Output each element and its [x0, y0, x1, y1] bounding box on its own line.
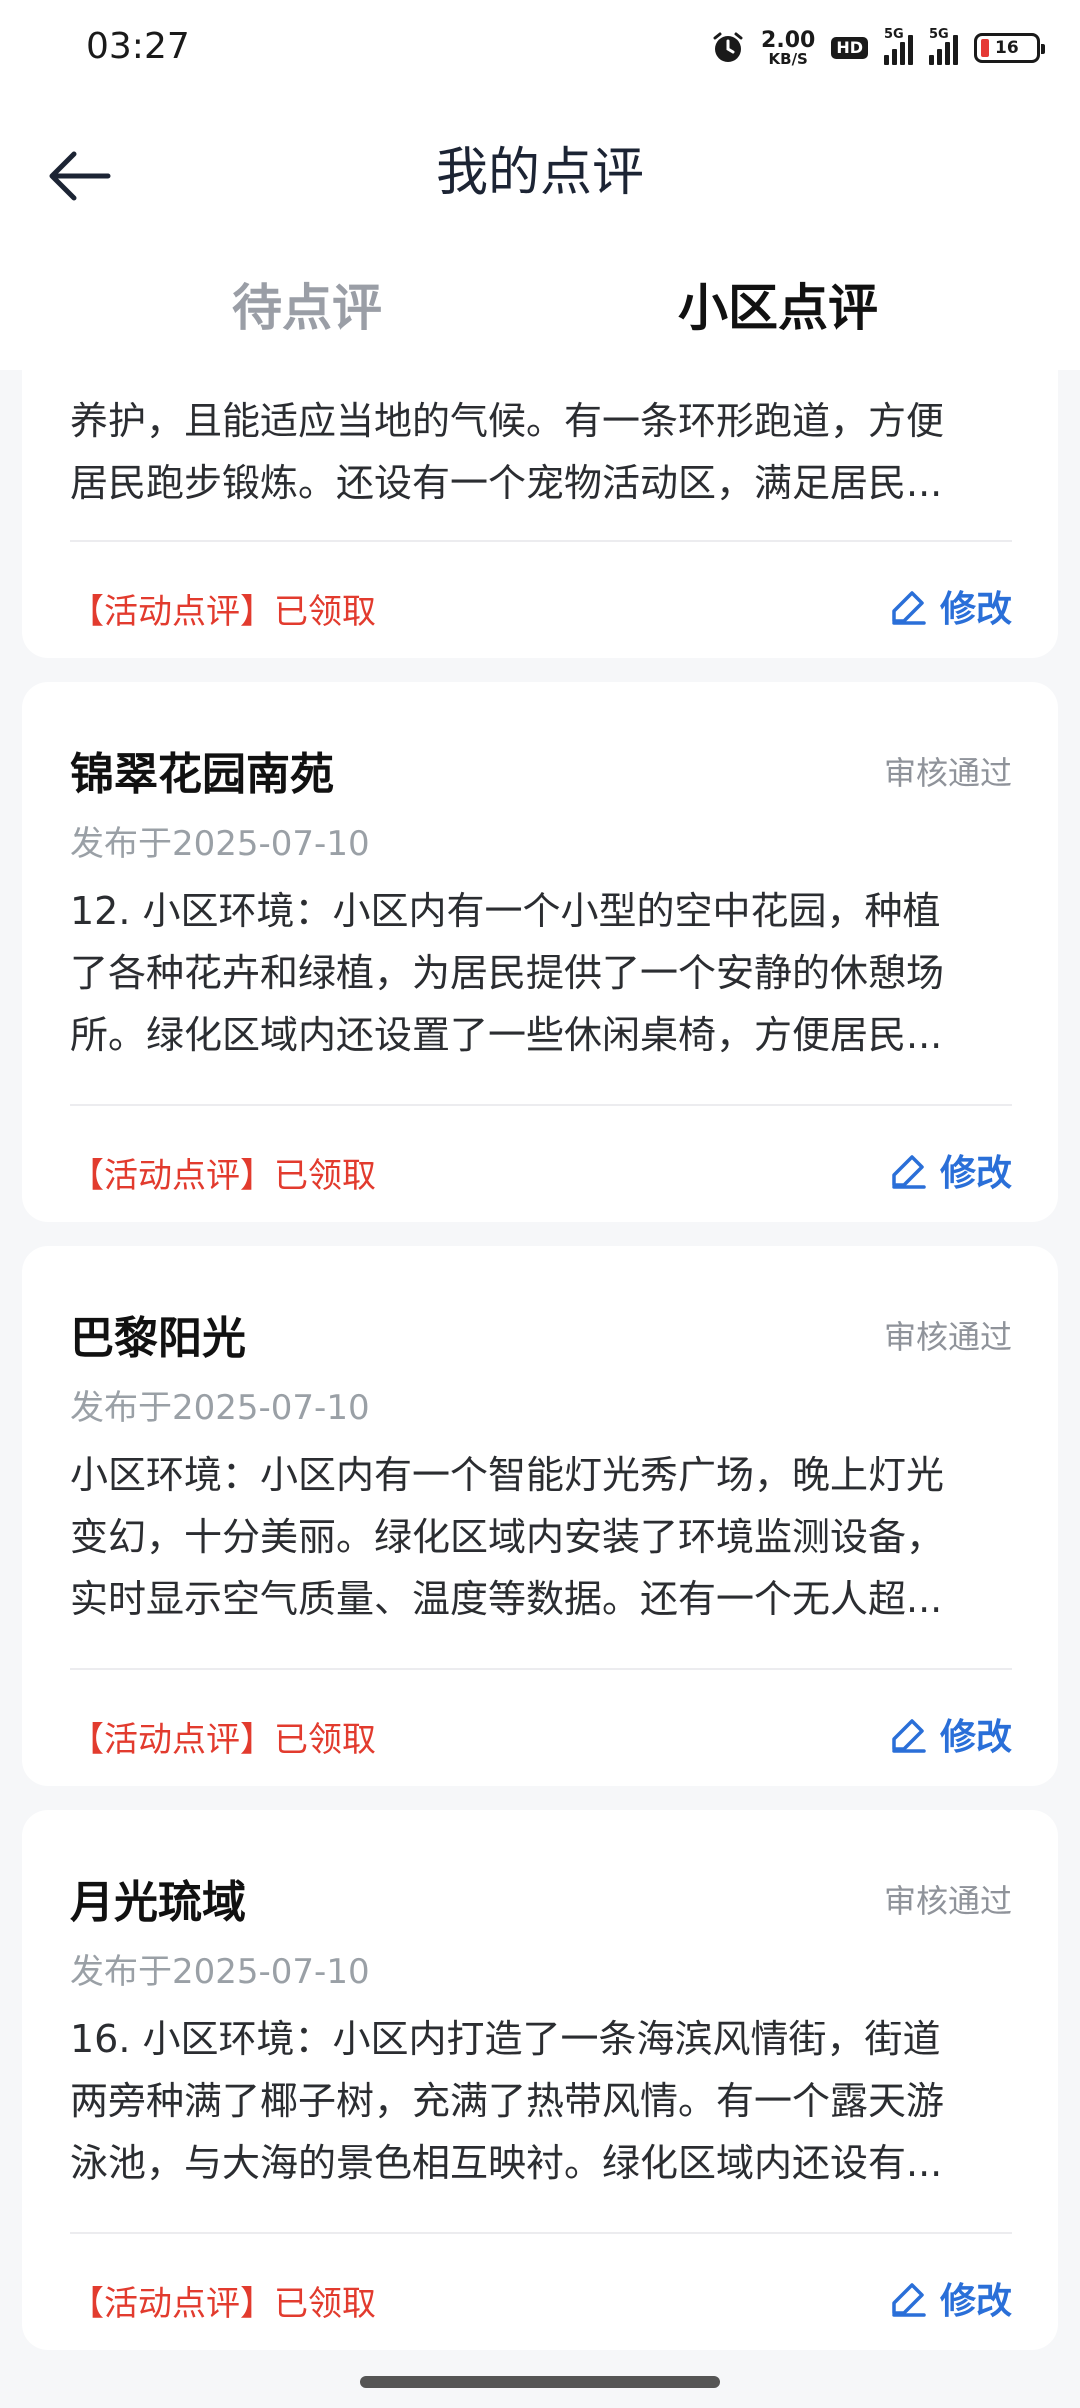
- page-title: 我的点评: [435, 143, 644, 203]
- battery-fill: [981, 39, 989, 57]
- signal-icon: 5G: [929, 27, 958, 65]
- divider: [70, 1104, 1012, 1106]
- review-status: 审核通过: [883, 754, 1012, 792]
- tab-community-review[interactable]: 小区点评: [678, 268, 878, 340]
- review-content-line: 16. 小区环境：小区内打造了一条海滨风情街，街道: [70, 2017, 941, 2061]
- network-speed: 2.00 KB/S: [761, 27, 816, 68]
- edit-icon: [892, 2283, 926, 2317]
- review-content: 养护，且能适应当地的气候。有一条环形跑道，方便 居民跑步锻炼。还设有一个宠物活动…: [70, 390, 1012, 514]
- home-indicator[interactable]: [360, 2376, 720, 2388]
- edit-button[interactable]: 修改: [890, 1708, 1012, 1760]
- status-icons: 2.00 KB/S HD 5G 5G 16: [711, 22, 1045, 74]
- signal-label: 5G: [929, 27, 949, 42]
- review-content: 12. 小区环境：小区内有一个小型的空中花园，种植 了各种花卉和绿植，为居民提供…: [70, 880, 1012, 1066]
- edit-label: 修改: [939, 589, 1012, 630]
- edit-label: 修改: [939, 2281, 1012, 2322]
- review-content-line: 了各种花卉和绿植，为居民提供了一个安静的休憩场: [70, 951, 945, 995]
- review-card: 养护，且能适应当地的气候。有一条环形跑道，方便 居民跑步锻炼。还设有一个宠物活动…: [22, 370, 1058, 658]
- divider: [70, 540, 1012, 542]
- signal-icon: 5G: [884, 27, 913, 65]
- review-content-line: 实时显示空气质量、温度等数据。还有一个无人超...: [70, 1577, 943, 1621]
- header: 我的点评 待点评 小区点评: [0, 96, 1080, 370]
- edit-label: 修改: [939, 1717, 1012, 1758]
- divider: [70, 2232, 1012, 2234]
- review-content-line: 两旁种满了椰子树，充满了热带风情。有一个露天游: [70, 2079, 945, 2123]
- alarm-icon: [713, 32, 743, 62]
- tab-pending-review[interactable]: 待点评: [232, 268, 382, 340]
- edit-button[interactable]: 修改: [890, 1144, 1012, 1196]
- review-content-line: 居民跑步锻炼。还设有一个宠物活动区，满足居民...: [70, 461, 943, 505]
- battery-level: 16: [995, 38, 1019, 58]
- edit-button[interactable]: 修改: [890, 2272, 1012, 2324]
- review-content-line: 12. 小区环境：小区内有一个小型的空中花园，种植: [70, 889, 941, 933]
- divider: [70, 1668, 1012, 1670]
- reward-tag: 【活动点评】已领取: [70, 1720, 376, 1760]
- reward-tag: 【活动点评】已领取: [70, 592, 376, 632]
- review-content: 16. 小区环境：小区内打造了一条海滨风情街，街道 两旁种满了椰子树，充满了热带…: [70, 2008, 1012, 2194]
- signal-label: 5G: [884, 27, 904, 42]
- hd-voice-icon: HD: [831, 37, 868, 59]
- review-card: 月光琉域 审核通过 发布于2025-07-10 16. 小区环境：小区内打造了一…: [22, 1810, 1058, 2350]
- status-time: 03:27: [86, 26, 190, 67]
- review-content-line: 变幻，十分美丽。绿化区域内安装了环境监测设备，: [70, 1515, 945, 1559]
- tab-label: 待点评: [232, 279, 382, 337]
- publish-date: 发布于2025-07-10: [70, 824, 370, 864]
- publish-date: 发布于2025-07-10: [70, 1952, 370, 1992]
- publish-date: 发布于2025-07-10: [70, 1388, 370, 1428]
- community-name: 锦翠花园南苑: [70, 749, 334, 800]
- edit-icon: [892, 591, 926, 625]
- review-status: 审核通过: [883, 1318, 1012, 1356]
- review-card: 锦翠花园南苑 审核通过 发布于2025-07-10 12. 小区环境：小区内有一…: [22, 682, 1058, 1222]
- net-speed-unit: KB/S: [768, 49, 808, 68]
- net-speed-value: 2.00: [761, 27, 816, 53]
- review-content-line: 养护，且能适应当地的气候。有一条环形跑道，方便: [70, 399, 945, 443]
- review-card: 巴黎阳光 审核通过 发布于2025-07-10 小区环境：小区内有一个智能灯光秀…: [22, 1246, 1058, 1786]
- status-bar: 03:27 2.00 KB/S HD 5G 5G 16: [0, 0, 1080, 96]
- edit-button[interactable]: 修改: [890, 580, 1012, 632]
- review-status: 审核通过: [883, 1882, 1012, 1920]
- review-content-line: 所。绿化区域内还设置了一些休闲桌椅，方便居民...: [70, 1013, 943, 1057]
- edit-label: 修改: [939, 1153, 1012, 1194]
- tab-label: 小区点评: [678, 279, 878, 337]
- community-name: 月光琉域: [70, 1877, 246, 1928]
- review-content: 小区环境：小区内有一个智能灯光秀广场，晚上灯光 变幻，十分美丽。绿化区域内安装了…: [70, 1444, 1012, 1630]
- battery-icon: 16: [974, 33, 1045, 63]
- edit-icon: [892, 1155, 926, 1189]
- review-content-line: 小区环境：小区内有一个智能灯光秀广场，晚上灯光: [70, 1453, 945, 1497]
- review-content-line: 泳池，与大海的景色相互映衬。绿化区域内还设有...: [70, 2141, 943, 2185]
- reward-tag: 【活动点评】已领取: [70, 2284, 376, 2324]
- reward-tag: 【活动点评】已领取: [70, 1156, 376, 1196]
- review-list[interactable]: 养护，且能适应当地的气候。有一条环形跑道，方便 居民跑步锻炼。还设有一个宠物活动…: [0, 370, 1080, 2360]
- edit-icon: [892, 1719, 926, 1753]
- community-name: 巴黎阳光: [70, 1313, 246, 1364]
